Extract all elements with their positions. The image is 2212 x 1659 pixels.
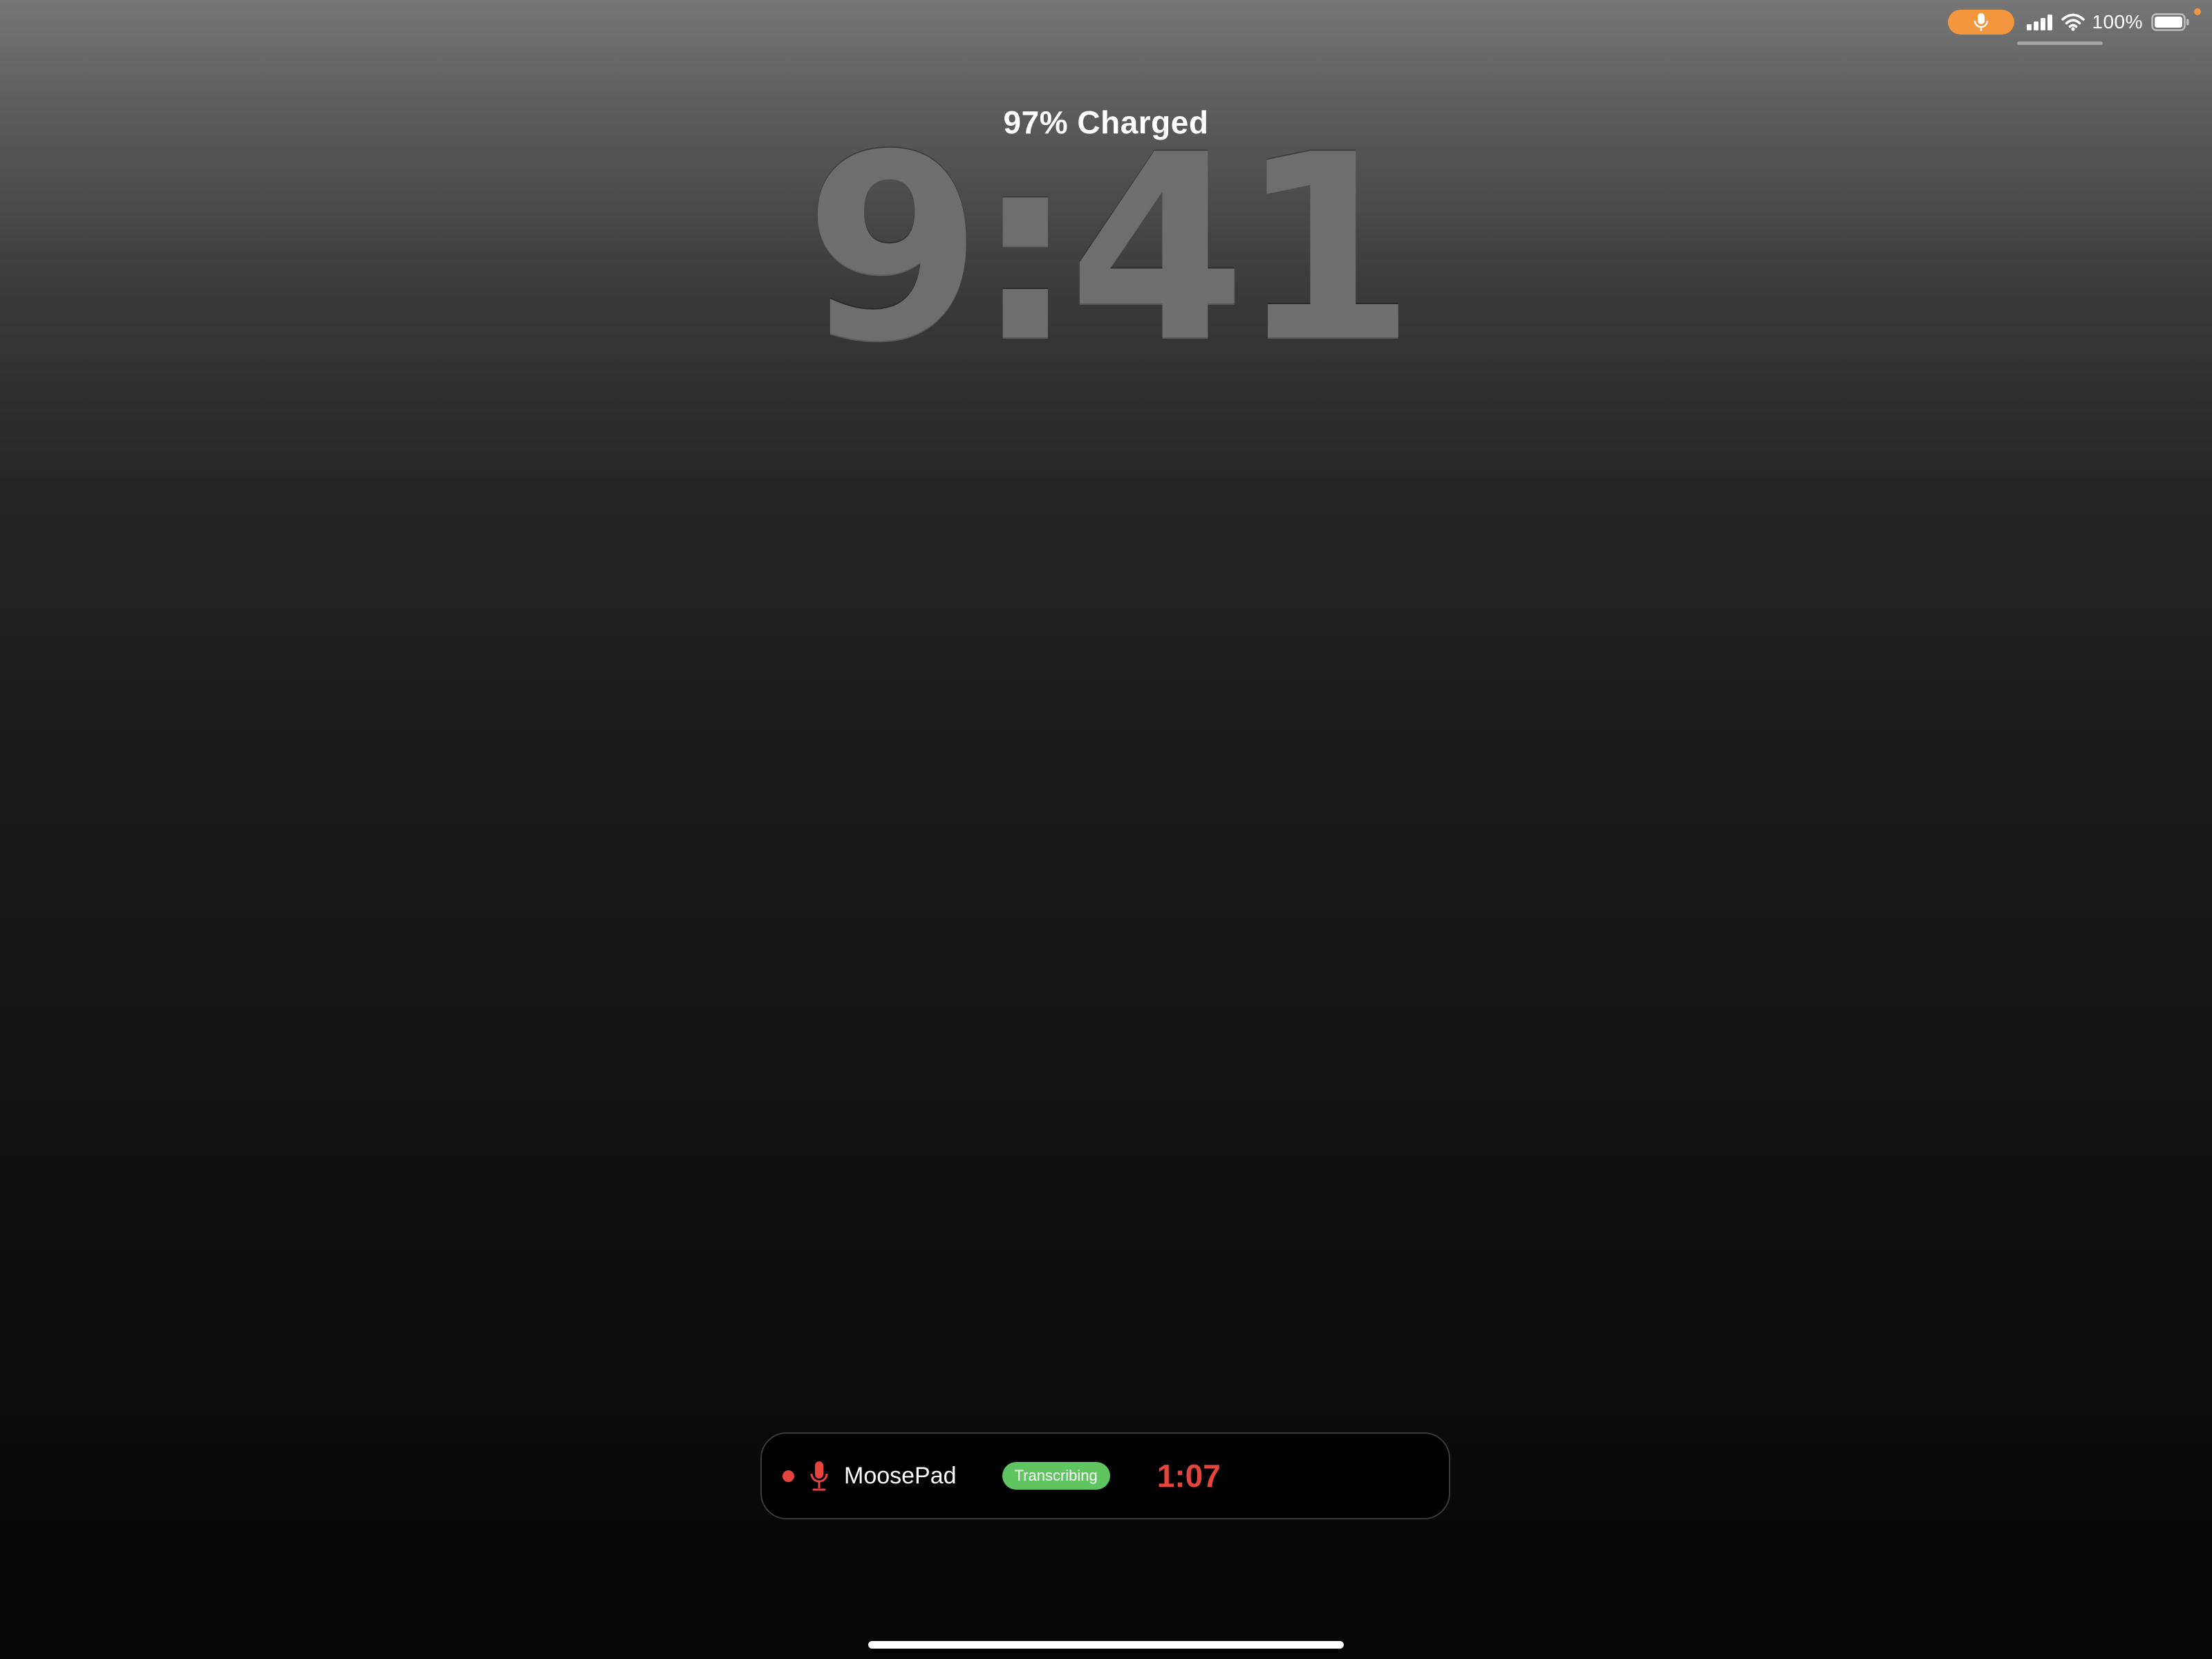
battery-icon	[2151, 13, 2189, 31]
elapsed-timer: 1:07	[1156, 1458, 1221, 1494]
status-bar: 100%	[1948, 8, 2201, 35]
cellular-signal-icon	[2027, 15, 2053, 30]
live-activity-banner[interactable]: MoosePad Transcribing 1:07	[760, 1432, 1450, 1519]
privacy-indicator-dot	[2194, 8, 2201, 15]
home-indicator[interactable]	[868, 1641, 1344, 1649]
recording-dot-icon	[782, 1470, 794, 1482]
lock-screen-clock: 9:41	[804, 101, 1416, 398]
status-badge: Transcribing	[1002, 1462, 1110, 1490]
wifi-icon	[2061, 13, 2086, 31]
microphone-icon	[1974, 13, 1989, 31]
lock-screen: 100% 97% Charged 9:41 MoosePad Transcrib…	[0, 0, 2212, 1659]
status-bar-grabber[interactable]	[2017, 41, 2103, 45]
app-name: MoosePad	[844, 1462, 957, 1489]
mic-in-use-indicator[interactable]	[1948, 10, 2015, 35]
microphone-icon	[810, 1461, 828, 1491]
battery-percentage: 100%	[2092, 11, 2143, 32]
